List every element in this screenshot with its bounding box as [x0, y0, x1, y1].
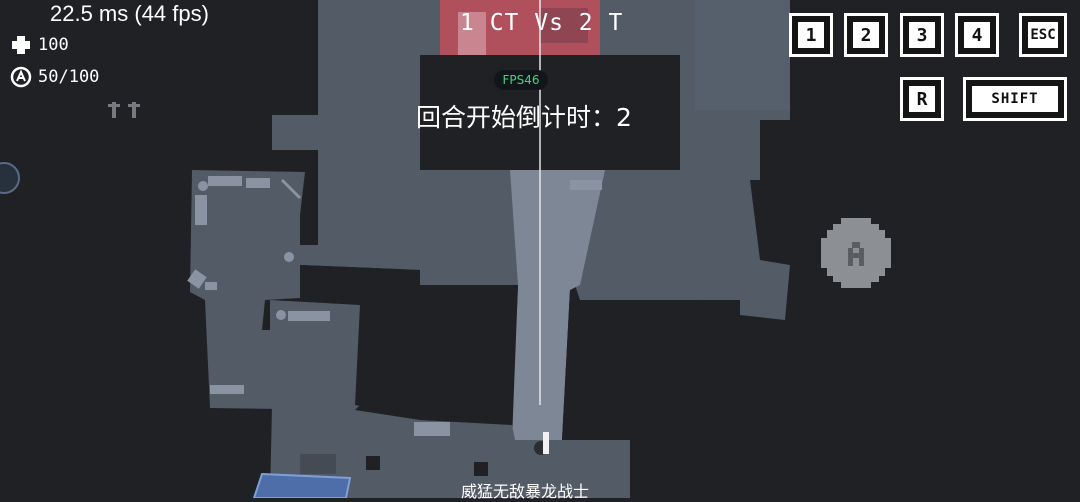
prop-crate	[414, 422, 450, 436]
player-name: 威猛无敌暴龙战士	[461, 482, 590, 501]
prop-barrel	[284, 252, 294, 262]
a-button-icon[interactable]	[821, 218, 891, 288]
armor-value: 50/100	[38, 67, 100, 87]
shift-label: SHIFT	[969, 83, 1061, 115]
prop-crate	[205, 282, 217, 290]
health-value: 100	[38, 35, 69, 55]
map-floor-upper-corridor	[272, 115, 320, 150]
prop-crate	[570, 180, 602, 190]
player-head	[543, 432, 549, 437]
performance-readout: 22.5 ms (44 fps)	[50, 1, 209, 26]
key-3-label: 3	[906, 19, 938, 51]
health-display: 100	[10, 34, 69, 56]
player-figures-icon	[108, 102, 140, 118]
cross-icon	[12, 36, 30, 54]
fps-badge: FPS46	[494, 70, 548, 90]
prop-barrel	[198, 181, 208, 191]
reload-button[interactable]: R	[900, 77, 944, 121]
prop-crate	[208, 176, 242, 186]
esc-label: ESC	[1025, 19, 1061, 51]
map-floor-far-right	[695, 0, 790, 110]
esc-button[interactable]: ESC	[1019, 13, 1067, 57]
shift-button[interactable]: SHIFT	[963, 77, 1067, 121]
prop-crate	[246, 178, 270, 188]
team-score: 1 CT Vs 2 T	[460, 10, 624, 36]
prop-crate	[195, 195, 207, 225]
shield-icon	[10, 66, 32, 88]
prop-crate	[288, 311, 330, 321]
prop-barrel	[276, 310, 286, 320]
prop-crate	[210, 385, 244, 394]
prop-crate	[300, 454, 336, 474]
map-water	[252, 472, 352, 498]
key-1-label: 1	[795, 19, 827, 51]
reload-label: R	[906, 83, 938, 115]
armor-display: 50/100	[10, 66, 99, 88]
prop-crate	[366, 456, 380, 470]
key-3-button[interactable]: 3	[900, 13, 944, 57]
prop-crate	[474, 462, 488, 476]
key-2-button[interactable]: 2	[844, 13, 888, 57]
key-4-label: 4	[961, 19, 993, 51]
key-1-button[interactable]: 1	[789, 13, 833, 57]
round-countdown: 回合开始倒计时：2	[416, 103, 632, 132]
player-figure	[543, 436, 549, 454]
key-2-label: 2	[850, 19, 882, 51]
key-4-button[interactable]: 4	[955, 13, 999, 57]
